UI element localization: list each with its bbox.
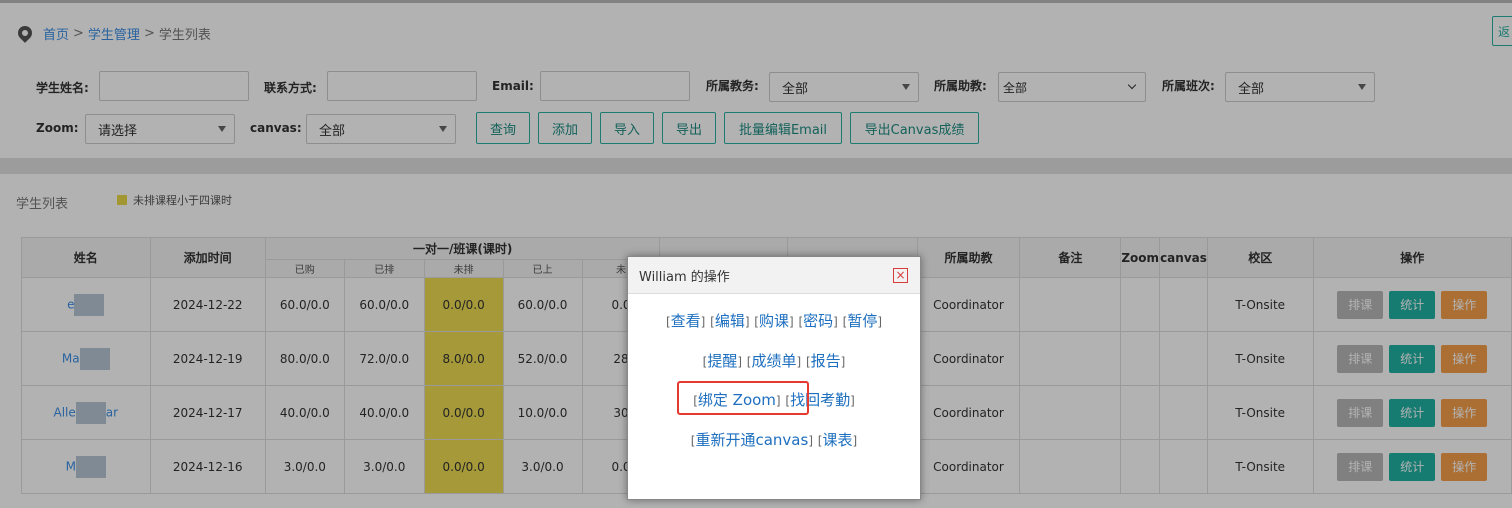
timetable-link[interactable]: 课表 xyxy=(822,431,852,449)
dialog-body: [查看] [编辑] [购课] [密码] [暂停] [提醒] [成绩单] [报告]… xyxy=(628,294,920,499)
reopen-canvas-link[interactable]: 重新开通canvas xyxy=(695,431,808,449)
action-row-4: [重新开通canvas] [课表] xyxy=(690,431,858,449)
student-actions-dialog: William 的操作 × [查看] [编辑] [购课] [密码] [暂停] [… xyxy=(627,256,921,500)
close-icon[interactable]: × xyxy=(893,268,908,283)
bind-zoom-highlight xyxy=(677,381,809,415)
dialog-header: William 的操作 × xyxy=(628,257,920,294)
remind-link[interactable]: 提醒 xyxy=(707,352,737,370)
view-link[interactable]: 查看 xyxy=(671,312,701,330)
dialog-title: William 的操作 xyxy=(639,269,730,285)
report-card-link[interactable]: 成绩单 xyxy=(751,352,796,370)
password-link[interactable]: 密码 xyxy=(803,312,833,330)
buy-course-link[interactable]: 购课 xyxy=(759,312,789,330)
edit-link[interactable]: 编辑 xyxy=(715,312,745,330)
report-link[interactable]: 报告 xyxy=(811,352,841,370)
action-row-1: [查看] [编辑] [购课] [密码] [暂停] xyxy=(665,312,883,330)
pause-link[interactable]: 暂停 xyxy=(847,312,877,330)
action-row-2: [提醒] [成绩单] [报告] xyxy=(702,352,846,370)
